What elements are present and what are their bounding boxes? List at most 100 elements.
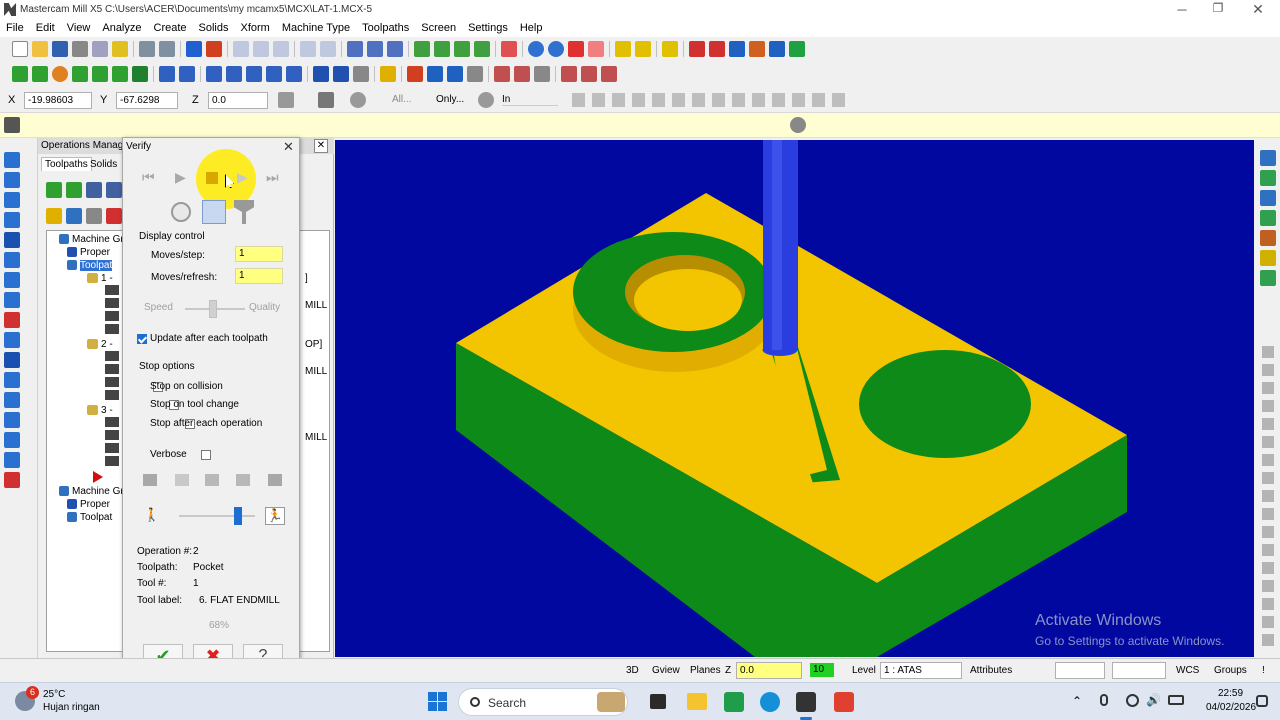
tab-toolpaths[interactable]: Toolpaths — [41, 157, 92, 171]
right-view-icon[interactable] — [474, 41, 490, 57]
rectangle-icon[interactable] — [72, 66, 88, 82]
xform-offset-icon[interactable] — [286, 66, 302, 82]
tree-machine-group-2[interactable]: Machine Gr — [51, 485, 124, 498]
status-level-dropdown[interactable]: 1 : ATAS — [880, 662, 962, 679]
left-tool-3-icon[interactable] — [4, 192, 20, 208]
properties-icon[interactable] — [112, 41, 128, 57]
right-tool-3-icon[interactable] — [1260, 190, 1276, 206]
toggle-display-icon[interactable] — [66, 208, 82, 224]
tree-machine-group-1[interactable]: Machine Gr — [51, 233, 124, 246]
tray-chevron-icon[interactable]: ⌃ — [1072, 694, 1082, 708]
status-color-swatch[interactable]: 10 — [810, 663, 834, 677]
trim-icon[interactable] — [159, 66, 175, 82]
print-icon[interactable] — [72, 41, 88, 57]
pencil-sparkle-icon[interactable] — [635, 41, 651, 57]
measure-tool-icon[interactable] — [175, 474, 189, 486]
sort-icon[interactable] — [749, 41, 765, 57]
left-tool-17-icon[interactable] — [4, 472, 20, 488]
redo-icon[interactable] — [159, 41, 175, 57]
backplot-icon[interactable] — [494, 66, 510, 82]
lock-icon[interactable] — [46, 208, 62, 224]
merge-icon[interactable] — [92, 41, 108, 57]
transfer-icon[interactable] — [789, 41, 805, 57]
view-sphere-icon[interactable] — [528, 41, 544, 57]
left-tool-8-icon[interactable] — [4, 292, 20, 308]
solid-red-icon[interactable] — [568, 41, 584, 57]
status-z-input[interactable]: 0.0 — [736, 662, 802, 679]
menu-view[interactable]: View — [61, 20, 97, 37]
maximize-button[interactable]: ❐ — [1210, 1, 1226, 17]
clock-time[interactable]: 22:59 — [1218, 688, 1243, 699]
ops-close-button[interactable]: ✕ — [314, 139, 328, 153]
chain-icon[interactable] — [447, 66, 463, 82]
tree-op-3[interactable]: 3 - — [87, 404, 113, 417]
wireframe-icon[interactable] — [367, 41, 383, 57]
status-excl-button[interactable]: ! — [1262, 665, 1265, 676]
fillet-icon[interactable] — [92, 66, 108, 82]
status-groups-button[interactable]: Groups — [1214, 665, 1247, 676]
skip-to-end-icon[interactable]: ⏭ — [266, 169, 279, 186]
chart-icon[interactable] — [205, 474, 219, 486]
tree-toolpath-group-2[interactable]: Toolpat — [67, 511, 112, 524]
tab-solids[interactable]: Solids — [90, 159, 117, 170]
left-tool-7-icon[interactable] — [4, 272, 20, 288]
verify-icon[interactable] — [514, 66, 530, 82]
close-window-button[interactable]: ✕ — [1250, 1, 1266, 17]
task-view-icon[interactable] — [650, 694, 666, 709]
status-3d-button[interactable]: 3D — [626, 665, 639, 676]
shading-icon[interactable] — [347, 41, 363, 57]
left-tool-13-icon[interactable] — [4, 392, 20, 408]
step-forward-icon[interactable]: ▶ — [237, 169, 248, 186]
tree-properties-1[interactable]: Proper — [67, 246, 110, 259]
hidden-line-icon[interactable] — [387, 41, 403, 57]
surface-icon[interactable] — [132, 66, 148, 82]
gear-icon[interactable] — [478, 92, 494, 108]
language-icon[interactable] — [1126, 694, 1139, 707]
insert-arrow-icon[interactable] — [93, 471, 103, 483]
tree-op-2[interactable]: 2 - — [87, 338, 113, 351]
post-icon[interactable] — [561, 66, 577, 82]
left-tool-16-icon[interactable] — [4, 452, 20, 468]
zoom-out-icon[interactable] — [320, 41, 336, 57]
contour-icon[interactable] — [353, 66, 369, 82]
point-icon[interactable] — [12, 66, 28, 82]
notification-icon[interactable] — [1256, 695, 1268, 707]
inspect-icon[interactable] — [236, 474, 250, 486]
xform-translate-icon[interactable] — [206, 66, 222, 82]
stock-display-icon[interactable] — [202, 200, 226, 224]
autocursor-icon[interactable] — [318, 92, 334, 108]
taskbar-search[interactable]: Search — [458, 688, 628, 716]
flag-icon[interactable] — [729, 41, 745, 57]
status-wcs-button[interactable]: WCS — [1176, 665, 1199, 676]
clock-date[interactable]: 04/02/2026 — [1206, 702, 1256, 713]
right-tool-6-icon[interactable] — [1260, 250, 1276, 266]
slow-walk-icon[interactable]: 🚶 — [143, 507, 161, 525]
xform-mirror-icon[interactable] — [226, 66, 242, 82]
regen-icon[interactable] — [86, 182, 102, 198]
fast-run-icon[interactable]: 🏃 — [265, 507, 285, 525]
front-view-icon[interactable] — [454, 41, 470, 57]
help-icon[interactable] — [350, 92, 366, 108]
zoom-target-icon[interactable] — [253, 41, 269, 57]
move-insert-icon[interactable] — [106, 208, 122, 224]
menu-edit[interactable]: Edit — [30, 20, 61, 37]
nc-icon[interactable] — [581, 66, 597, 82]
edge-browser-icon[interactable] — [760, 692, 780, 712]
sim-speed-track[interactable] — [179, 515, 255, 517]
left-tool-1-icon[interactable] — [4, 152, 20, 168]
right-tool-1-icon[interactable] — [1260, 150, 1276, 166]
verify-close-button[interactable]: ✕ — [283, 139, 294, 155]
z-coordinate-field[interactable]: 0.0 — [208, 92, 268, 109]
left-tool-6-icon[interactable] — [4, 252, 20, 268]
select-all-icon[interactable] — [46, 182, 62, 198]
y-coordinate-field[interactable]: -67.6298 — [116, 92, 178, 109]
menu-analyze[interactable]: Analyze — [96, 20, 147, 37]
right-tool-7-icon[interactable] — [1260, 270, 1276, 286]
left-tool-14-icon[interactable] — [4, 412, 20, 428]
status-planes-button[interactable]: Planes — [690, 665, 721, 676]
grid-icon[interactable] — [407, 66, 423, 82]
volume-icon[interactable]: 🔊 — [1146, 693, 1161, 707]
new-file-icon[interactable] — [12, 41, 28, 57]
zoom-in-icon[interactable] — [273, 41, 289, 57]
mastercam-app-icon[interactable] — [796, 692, 816, 712]
